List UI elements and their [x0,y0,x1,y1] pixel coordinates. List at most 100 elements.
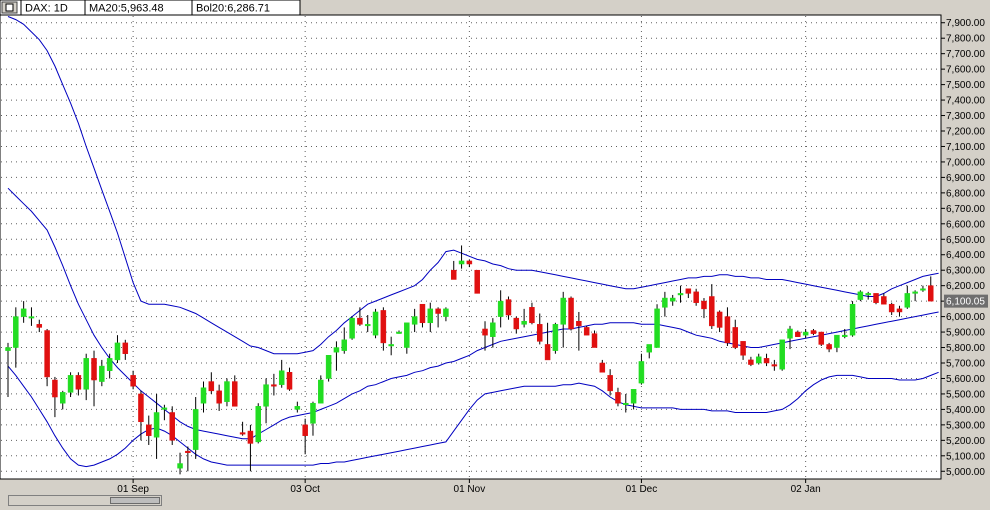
y-tick-label: 7,900.00 [946,18,985,29]
candle-body [396,331,402,334]
candle-body [208,381,215,392]
y-tick-label: 7,200.00 [946,127,985,138]
candle-body [497,300,504,317]
candle-body [419,303,426,324]
candle-body [904,293,911,308]
legend-bollinger: Bol20:6,286.71 [196,3,270,15]
candle-body [278,370,285,385]
candle-body [537,324,543,342]
candle-body [357,317,363,325]
candle-body [928,285,934,302]
candle-body [216,390,222,404]
candle-body [36,324,43,328]
candle-body [763,358,770,364]
candle-body [146,424,152,436]
candle-body [787,328,793,339]
candle-body [466,260,473,265]
candle-body [638,361,645,384]
candle-body [623,402,629,405]
candle-body [294,406,301,410]
candle-body [873,293,879,303]
candle-body [669,297,676,302]
candle-body [724,316,731,344]
candle-body [75,375,82,390]
candle-body [5,347,11,351]
candle-body [896,308,903,313]
y-axis: 5,000.00 5,100.00 5,200.00 5,300.00 5,400.00… [941,18,988,478]
candle-body [490,322,496,337]
y-tick-label: 5,900.00 [946,328,985,339]
candle-body [771,364,778,367]
candle-body [44,330,50,378]
candle-body [153,412,160,438]
candle-body [529,307,535,324]
candle-body [544,344,551,361]
candle-body [185,450,191,453]
candle-body [583,327,590,336]
chart-svg[interactable]: 5,000.00 5,100.00 5,200.00 5,300.00 5,400.00… [0,0,990,510]
candle-body [138,393,144,423]
candle-body [552,324,559,351]
candle-body [834,334,840,348]
candle-body [560,297,566,325]
legend-bar: DAX: 1D MA20:5,963.48 Bol20:6,286.71 [0,0,301,16]
candle-body [709,296,715,327]
x-tick-label: 01 Dec [626,484,658,495]
candle-body [388,344,394,347]
candle-body [482,328,488,336]
y-tick-label: 7,500.00 [946,80,985,91]
candle-body [239,432,246,435]
candle-body [443,308,449,317]
y-tick-label: 6,500.00 [946,235,985,246]
y-tick-label: 5,500.00 [946,389,985,400]
y-tick-label: 5,800.00 [946,343,985,354]
candle-body [99,365,105,382]
candle-body [106,358,113,371]
candle-body [779,339,785,370]
candle-body [286,372,293,390]
candle-body [404,322,410,348]
candle-body [716,311,723,328]
candle-body [91,358,97,381]
candle-body [912,291,918,294]
x-tick-label: 02 Jan [791,484,821,495]
candle-body [263,384,269,407]
x-tick-label: 03 Oct [290,484,320,495]
candle-body [826,344,832,350]
candle-body [169,412,175,441]
scrollbar-thumb[interactable] [110,497,160,504]
candle-body [881,296,887,305]
y-tick-label: 6,200.00 [946,281,985,292]
window-restore-icon[interactable] [1,1,18,14]
candle-body [841,334,848,337]
candle-body [411,316,418,325]
y-tick-label: 7,600.00 [946,65,985,76]
candle-body [255,406,261,443]
candle-body [513,317,520,330]
candle-body [474,269,480,294]
y-tick-label: 7,000.00 [946,157,985,168]
candle-body [83,358,89,390]
legend-symbol: DAX: 1D [25,3,68,15]
candle-body [28,316,35,319]
candle-body [318,379,324,404]
candle-body [748,359,754,365]
y-tick-label: 7,400.00 [946,96,985,107]
candle-body [849,303,856,336]
candle-body [200,387,207,404]
candle-body [13,316,19,348]
candle-body [740,341,746,356]
candle-body [52,379,58,398]
candle-body [521,320,527,325]
y-tick-label: 5,700.00 [946,359,985,370]
candle-body [302,424,308,436]
horizontal-scrollbar[interactable] [8,495,162,506]
y-tick-label: 6,700.00 [946,204,985,215]
candle-body [646,344,652,353]
candle-body [568,297,574,330]
candle-body [435,308,441,314]
candle-body [576,320,582,327]
candle-body [630,389,637,404]
x-tick-label: 01 Sep [117,484,149,495]
candle-body [685,288,692,294]
